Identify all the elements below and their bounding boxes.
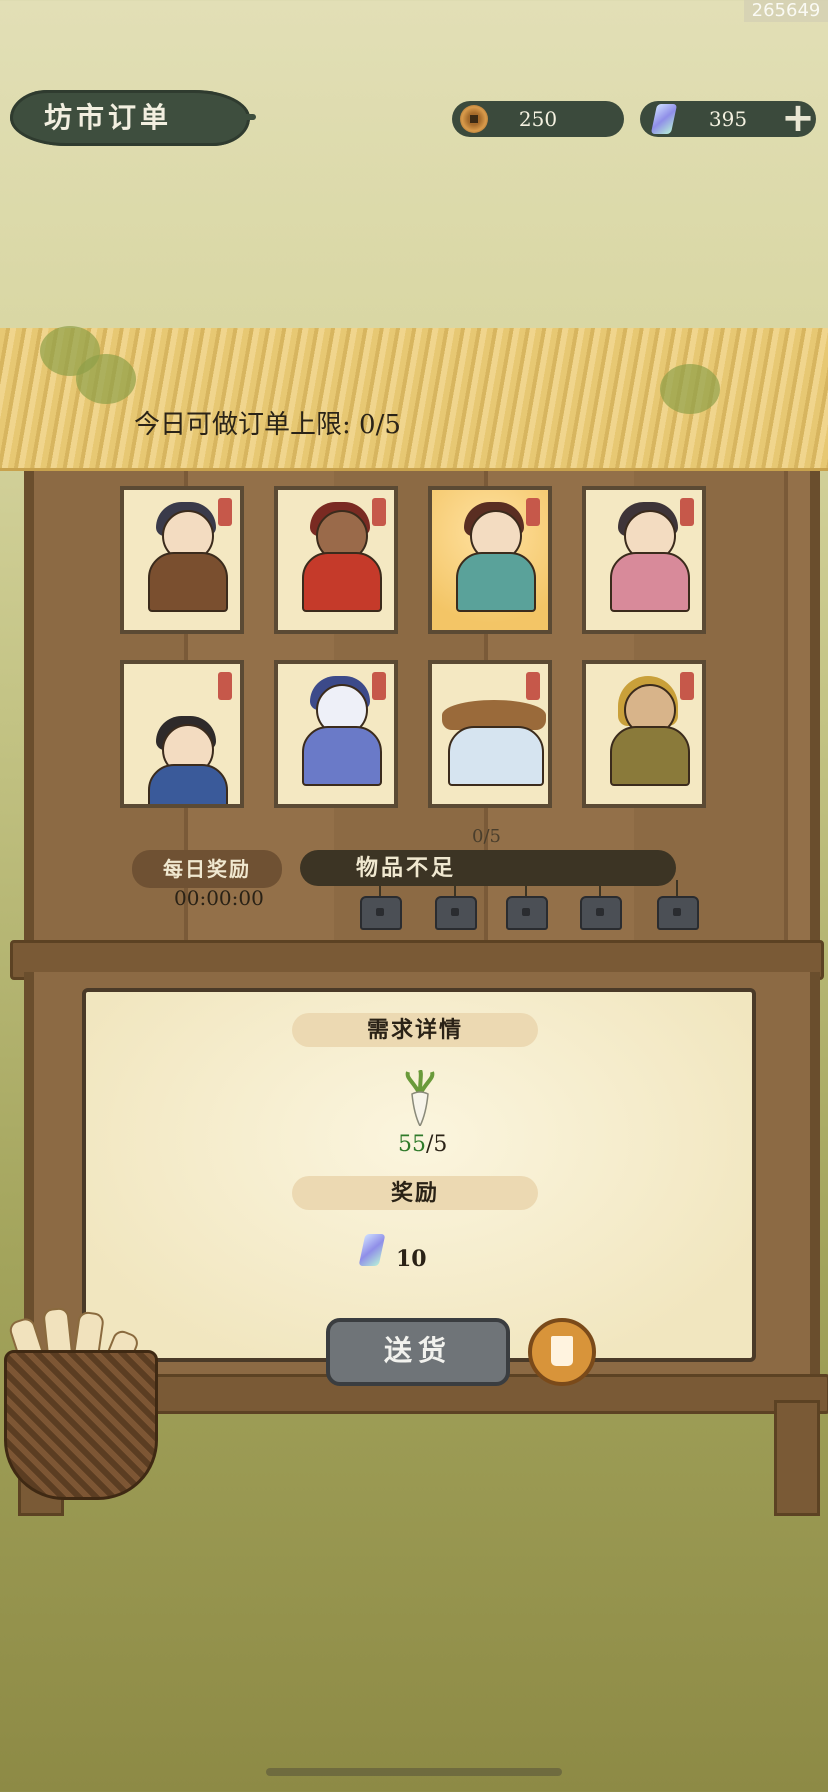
reward-chest-icon[interactable] [506,896,548,930]
item-count-have: 55 [398,1132,426,1157]
stall-leg [774,1400,820,1516]
daily-order-limit: 今日可做订单上限: 0/5 [134,410,401,440]
coin-value: 250 [518,107,558,131]
reward-header: 奖励 [292,1176,538,1210]
order-card-lady-golden[interactable] [428,486,552,634]
seal-stamp-icon [680,498,694,526]
vine-leaves-decoration [660,364,720,414]
gem-value: 395 [708,107,748,131]
vine-leaves-decoration [76,354,136,404]
character-portrait [448,726,544,786]
daily-reward-button[interactable]: 每日奖励 [132,850,282,888]
scroll-basket-button[interactable] [4,1350,158,1500]
demand-details-header: 需求详情 [292,1013,538,1047]
build-id-tag: 265649 [744,0,828,22]
order-card-child-in-blue[interactable] [120,660,244,808]
seal-stamp-icon [680,672,694,700]
seal-stamp-icon [218,498,232,526]
copper-coin-icon [460,105,488,133]
order-card-straw-hat-figure[interactable] [428,660,552,808]
seal-stamp-icon [372,672,386,700]
crystal-gem-icon [650,104,678,134]
reward-chest-icon[interactable] [435,896,477,930]
deliver-button[interactable]: 送货 [326,1318,510,1386]
order-card-boy-with-radish[interactable] [120,486,244,634]
trash-can-button[interactable] [528,1318,596,1386]
chest-progress: 0/5 [472,826,501,847]
reward-chest-icon[interactable] [657,896,699,930]
order-card-dragon-maiden[interactable] [274,660,398,808]
coin-counter: 250 [452,101,624,137]
seal-stamp-icon [372,498,386,526]
reward-chest-icon[interactable] [360,896,402,930]
home-indicator[interactable] [266,1768,562,1776]
reward-value: 10 [396,1246,427,1272]
order-card-girl-with-fan[interactable] [582,486,706,634]
reward-chest-icon[interactable] [580,896,622,930]
item-count-need: /5 [426,1132,448,1157]
order-card-veiled-woman[interactable] [582,660,706,808]
seal-stamp-icon [218,672,232,700]
add-gems-button[interactable]: + [778,98,818,139]
page-title: 坊市订单 [10,90,256,146]
daily-reward-timer: 00:00:00 [174,886,264,910]
item-count: 55/5 [398,1132,447,1157]
insufficient-items-bar: 物品不足 [300,850,676,886]
seal-stamp-icon [526,498,540,526]
seal-stamp-icon [526,672,540,700]
radish-icon [405,1070,435,1126]
order-card-bull-demon[interactable] [274,486,398,634]
